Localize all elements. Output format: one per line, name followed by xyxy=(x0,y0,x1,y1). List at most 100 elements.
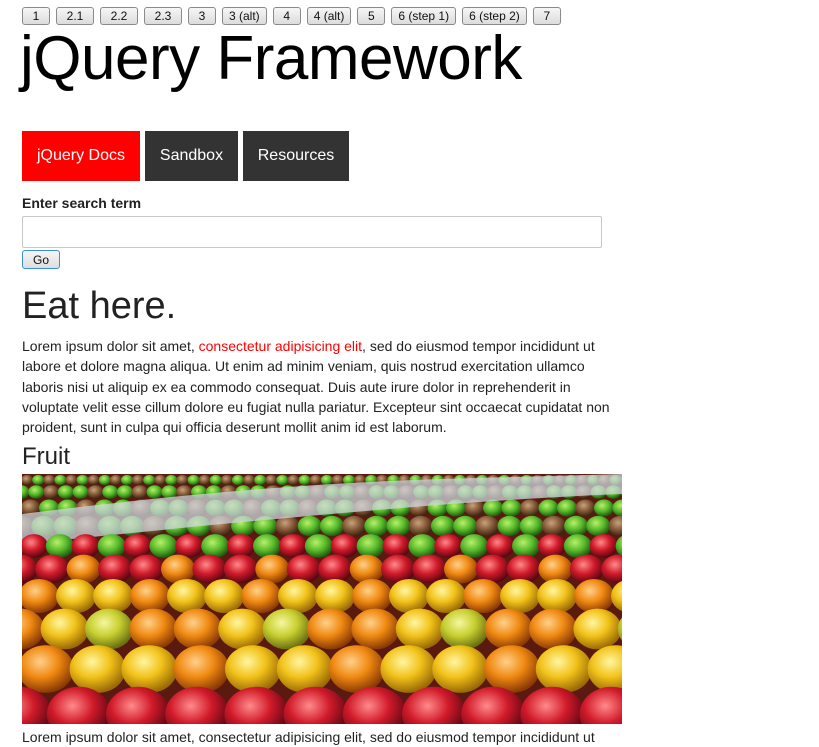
fruit-shape xyxy=(262,608,311,650)
fruit-shape xyxy=(65,474,78,486)
page-heading: Eat here. xyxy=(22,285,177,327)
fruit-shape xyxy=(98,554,133,584)
fruit-shape xyxy=(117,485,133,499)
fruit-shape xyxy=(475,515,500,537)
fruit-shape xyxy=(563,534,592,558)
fruit-shape xyxy=(486,534,515,558)
fruit-shape xyxy=(40,608,89,650)
step-button-3[interactable]: 3 xyxy=(188,7,216,25)
search-input[interactable] xyxy=(22,216,602,248)
fruit-shape xyxy=(537,534,566,558)
fruit-shape xyxy=(430,515,455,537)
fruit-shape xyxy=(167,579,207,613)
fruit-shape xyxy=(241,579,281,613)
fruit-shape xyxy=(412,554,447,584)
fruit-shape xyxy=(265,474,278,486)
fruit-shape xyxy=(484,645,540,693)
fruit-shape xyxy=(69,645,126,693)
fruit-shape xyxy=(575,499,596,517)
fruit-shape xyxy=(149,534,178,558)
nav-item-resources[interactable]: Resources xyxy=(243,131,349,181)
search-label: Enter search term xyxy=(22,195,142,211)
fruit-shape xyxy=(351,608,400,650)
fruit-shape xyxy=(129,608,178,650)
fruit-shape xyxy=(187,474,200,486)
fruit-shape xyxy=(85,608,133,650)
fruit-shape xyxy=(43,474,56,486)
fruit-shape xyxy=(176,474,189,486)
fruit-shape xyxy=(519,515,544,537)
fruit-shape xyxy=(483,499,503,517)
fruit-shape xyxy=(146,485,163,499)
fruit-shape xyxy=(198,474,211,486)
fruit-shape xyxy=(569,554,604,584)
step-button-6-step-2[interactable]: 6 (step 2) xyxy=(462,7,527,25)
fruit-shape xyxy=(243,474,256,486)
fruit-shape xyxy=(173,645,230,693)
fruit-shape xyxy=(330,534,359,558)
intro-link[interactable]: consectetur adipisicing elit xyxy=(199,338,362,354)
fruit-shape xyxy=(287,474,300,486)
fruit-shape xyxy=(320,474,333,486)
fruit-shape xyxy=(304,534,333,558)
fruit-shape xyxy=(66,554,101,584)
step-button-2-2[interactable]: 2.2 xyxy=(100,7,138,25)
site-title: jQuery Framework xyxy=(20,24,522,93)
fruit-shape xyxy=(535,645,592,693)
step-button-6-step-1[interactable]: 6 (step 1) xyxy=(391,7,457,25)
fruit-shape xyxy=(232,474,244,486)
fruit-shape xyxy=(453,515,478,537)
fruit-shape xyxy=(218,608,267,650)
fruit-shape xyxy=(408,534,437,558)
step-button-4[interactable]: 4 xyxy=(272,7,301,25)
step-button-1[interactable]: 1 xyxy=(22,7,50,25)
fruit-shape xyxy=(276,474,289,486)
fruit-image xyxy=(22,474,622,724)
fruit-shape xyxy=(209,474,222,486)
fruit-shape xyxy=(506,554,541,584)
go-button[interactable]: Go xyxy=(22,250,60,269)
step-button-4-alt[interactable]: 4 (alt) xyxy=(306,7,352,25)
fruit-shape xyxy=(557,499,577,517)
fruit-shape xyxy=(223,554,258,584)
fruit-shape xyxy=(201,534,230,558)
fruit-shape xyxy=(143,474,156,486)
fruit-shape xyxy=(319,515,344,537)
fruit-shape xyxy=(72,485,89,499)
fruit-shape xyxy=(537,579,577,613)
step-button-2-1[interactable]: 2.1 xyxy=(56,7,94,25)
step-button-7[interactable]: 7 xyxy=(532,7,561,25)
fruit-shape xyxy=(87,485,104,499)
fruit-shape xyxy=(475,554,510,584)
fruit-shape xyxy=(98,474,111,486)
fruit-shape xyxy=(386,515,411,537)
main-nav: jQuery Docs Sandbox Resources xyxy=(22,131,354,181)
step-button-2-3[interactable]: 2.3 xyxy=(144,7,182,25)
fruit-shape xyxy=(165,474,178,486)
fruit-shape xyxy=(574,579,614,613)
fruit-shape xyxy=(538,499,559,517)
fruit-shape xyxy=(57,485,74,499)
fruit-shape xyxy=(93,579,133,613)
intro-paragraph: Lorem ipsum dolor sit amet, consectetur … xyxy=(22,336,622,437)
fruit-shape xyxy=(204,579,244,613)
fruit-shape xyxy=(123,534,152,558)
fruit-shape xyxy=(500,579,540,613)
fruit-shape xyxy=(529,608,577,650)
fruit-shape xyxy=(594,499,614,517)
fruit-shape xyxy=(408,515,433,537)
fruit-shape xyxy=(192,554,227,584)
fruit-shape xyxy=(276,645,333,693)
fruit-shape xyxy=(389,579,429,613)
nav-item-sandbox[interactable]: Sandbox xyxy=(145,131,238,181)
nav-item-jquery-docs[interactable]: jQuery Docs xyxy=(22,131,140,181)
fruit-shape xyxy=(460,534,489,558)
step-button-5[interactable]: 5 xyxy=(357,7,386,25)
fruit-shape xyxy=(121,645,178,693)
fruit-shape xyxy=(161,554,195,584)
fruit-shape xyxy=(87,474,100,486)
fruit-shape xyxy=(253,534,281,558)
fruit-shape xyxy=(109,474,122,486)
step-button-3-alt[interactable]: 3 (alt) xyxy=(222,7,267,25)
fruit-shape xyxy=(352,579,392,613)
